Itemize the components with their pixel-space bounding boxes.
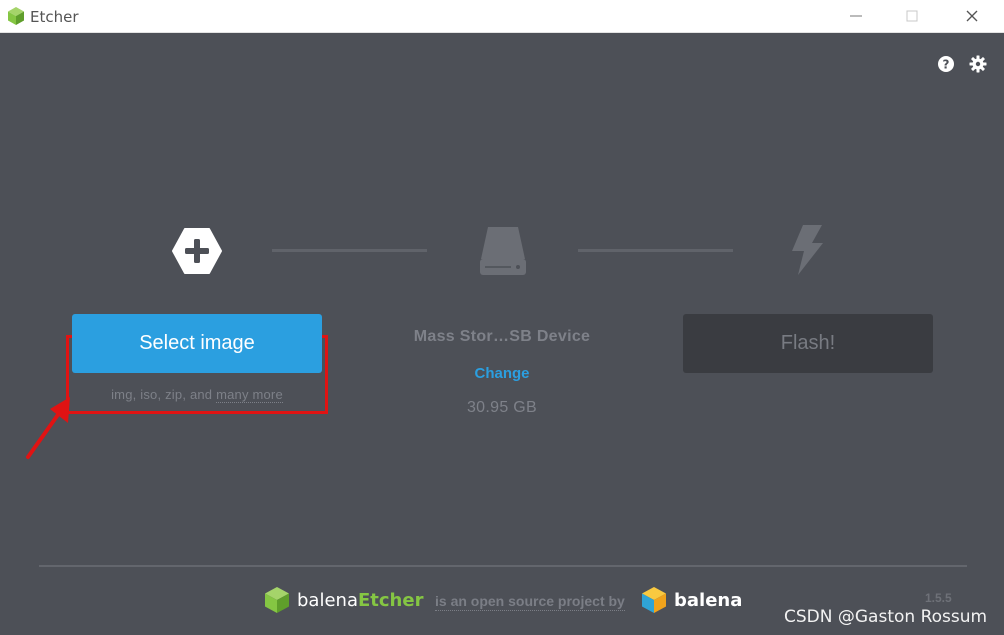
window-title: Etcher [30, 8, 79, 26]
balena-brand[interactable]: balena [674, 590, 742, 611]
gear-icon[interactable] [969, 55, 987, 73]
lightning-icon [792, 225, 823, 275]
brand-prefix: balena [297, 590, 358, 611]
minimize-button[interactable] [834, 0, 880, 32]
flash-button[interactable]: Flash! [683, 314, 933, 373]
version-label: 1.5.5 [925, 591, 952, 605]
annotation-arrow-icon [26, 397, 70, 459]
maximize-icon [906, 10, 918, 22]
etcher-logo-icon [265, 587, 289, 613]
footer-divider [39, 565, 967, 567]
etcher-brand[interactable]: balenaEtcher [297, 590, 423, 611]
formats-text: img, iso, zip, and [111, 387, 213, 402]
drive-name: Mass Stor…SB Device [413, 328, 591, 345]
help-icon[interactable]: ? [937, 55, 955, 73]
maximize-button[interactable] [890, 0, 936, 32]
svg-text:?: ? [943, 58, 950, 72]
step-connector [578, 249, 733, 252]
change-drive-link[interactable]: Change [442, 365, 562, 382]
select-image-button[interactable]: Select image [72, 314, 322, 373]
many-more-link[interactable]: many more [216, 387, 283, 403]
close-button[interactable] [950, 0, 996, 32]
step-connector [272, 249, 427, 252]
etcher-cube-icon [8, 7, 24, 25]
balena-logo-icon [642, 587, 666, 613]
brand-suffix: Etcher [357, 590, 424, 611]
drive-icon [480, 227, 526, 275]
minimize-icon [850, 15, 862, 17]
watermark: CSDN @Gaston Rossum [784, 607, 988, 627]
title-bar: Etcher [0, 0, 1004, 33]
main-content: ? Select image img, iso, zip, and many m… [0, 33, 1004, 635]
supported-formats-hint: img, iso, zip, and many more [72, 387, 322, 403]
plus-hexagon-icon [172, 228, 222, 274]
drive-size: 30.95 GB [466, 399, 537, 416]
close-icon [966, 10, 978, 22]
open-source-link[interactable]: is an open source project by [435, 593, 625, 611]
